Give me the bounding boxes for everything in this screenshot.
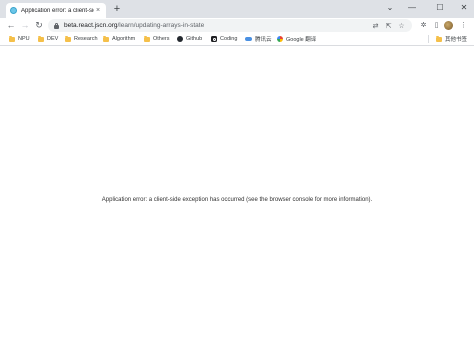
- menu-icon[interactable]: ⋮: [458, 20, 469, 31]
- folder-icon: [9, 35, 15, 42]
- browser-window: Application error: a client-side × + ⌄ —…: [0, 0, 474, 358]
- bookmark-label: Coding: [220, 36, 238, 42]
- maximize-button[interactable]: ☐: [434, 2, 446, 14]
- bookmark-star-icon[interactable]: ☆: [395, 22, 408, 30]
- folder-icon: [103, 35, 109, 42]
- error-message: Application error: a client-side excepti…: [101, 197, 373, 203]
- active-tab[interactable]: Application error: a client-side ×: [6, 3, 106, 18]
- side-panel-icon[interactable]: ▯: [431, 20, 442, 31]
- back-button[interactable]: ←: [5, 19, 17, 31]
- cloud-icon: [245, 37, 252, 41]
- bookmark-label: Research: [74, 36, 98, 42]
- coding-icon: [211, 36, 217, 42]
- github-icon: [177, 36, 183, 42]
- bookmark-github[interactable]: Github: [177, 34, 202, 44]
- other-bookmarks-label: 其他书签: [445, 37, 468, 43]
- tab-search-chevron-icon[interactable]: ⌄: [384, 2, 396, 14]
- bookmark-research[interactable]: Research: [65, 34, 98, 44]
- omnibox-actions: ⇄ ⇱ ☆: [369, 19, 408, 32]
- lock-icon[interactable]: [54, 22, 59, 29]
- bookmark-algorithm[interactable]: Algorithm: [103, 34, 135, 44]
- reload-button[interactable]: ↻: [33, 19, 45, 31]
- tab-title: Application error: a client-side: [21, 7, 94, 14]
- react-favicon-icon: [10, 7, 17, 14]
- bookmark-others[interactable]: Others: [144, 34, 170, 44]
- profile-avatar[interactable]: [444, 21, 453, 30]
- minimize-button[interactable]: —: [406, 2, 418, 14]
- bookmark-label: Google 翻译: [286, 37, 317, 43]
- forward-button[interactable]: →: [19, 19, 31, 31]
- toolbar: ← → ↻ beta.react.jscn.org/learn/updating…: [0, 18, 474, 33]
- folder-icon: [436, 35, 442, 42]
- tab-strip: Application error: a client-side × + ⌄ —…: [0, 0, 474, 18]
- translate-icon[interactable]: ⇄: [369, 22, 382, 30]
- bookmark-tencent-cloud[interactable]: 腾讯云: [245, 34, 272, 44]
- bookmark-google-translate[interactable]: Google 翻译: [277, 34, 316, 44]
- other-bookmarks[interactable]: 其他书签: [436, 34, 467, 44]
- url-path: /learn/updating-arrays-in-state: [117, 22, 205, 29]
- tab-close-icon[interactable]: ×: [94, 7, 102, 15]
- bookmark-label: Github: [186, 36, 203, 42]
- bookmarks-divider: [428, 35, 429, 43]
- bookmarks-bar: NPU DEV Research Algorithm Others Github…: [0, 33, 474, 46]
- url-host: beta.react.jscn.org: [64, 22, 118, 29]
- address-bar[interactable]: beta.react.jscn.org/learn/updating-array…: [48, 19, 412, 32]
- extensions-icon[interactable]: ✲: [418, 20, 429, 31]
- bookmark-label: NPU: [18, 36, 30, 42]
- close-window-button[interactable]: ✕: [458, 2, 470, 14]
- bookmark-label: DEV: [47, 36, 59, 42]
- page-content: Application error: a client-side excepti…: [0, 46, 474, 358]
- url-text[interactable]: beta.react.jscn.org/learn/updating-array…: [64, 22, 204, 29]
- bookmark-npu[interactable]: NPU: [9, 34, 30, 44]
- bookmark-coding[interactable]: Coding: [211, 34, 237, 44]
- bookmark-label: Others: [153, 36, 170, 42]
- bookmark-dev[interactable]: DEV: [38, 34, 58, 44]
- google-icon: [277, 36, 283, 42]
- share-icon[interactable]: ⇱: [382, 22, 395, 30]
- bookmark-label: Algorithm: [112, 36, 136, 42]
- new-tab-button[interactable]: +: [112, 4, 122, 15]
- folder-icon: [65, 35, 71, 42]
- bookmark-label: 腾讯云: [255, 37, 272, 43]
- folder-icon: [144, 35, 150, 42]
- folder-icon: [38, 35, 44, 42]
